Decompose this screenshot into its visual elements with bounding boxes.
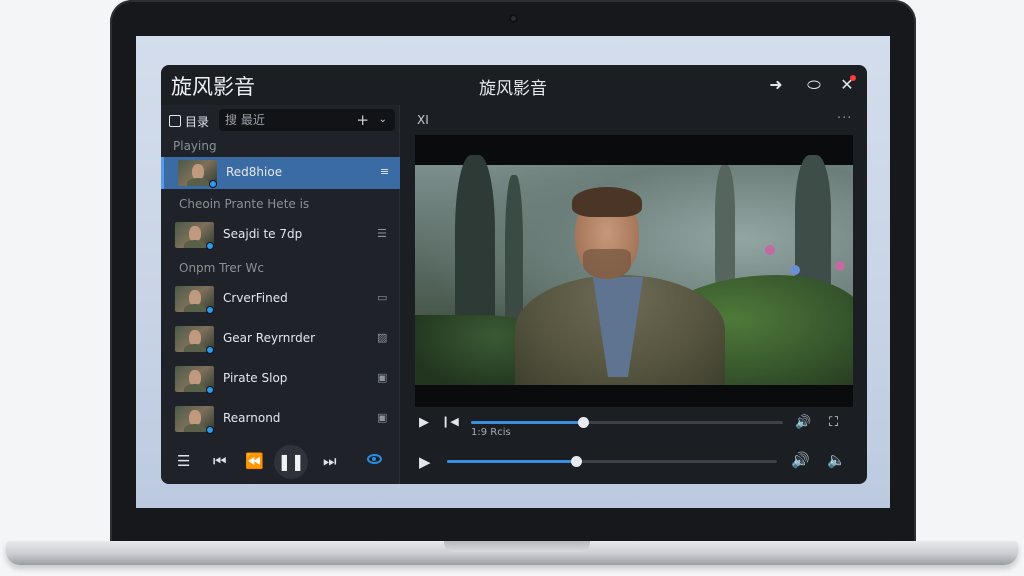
next-icon[interactable]: ⏭ (323, 451, 337, 471)
list-item[interactable]: Gear Reyrnrder ▨ (161, 323, 400, 355)
add-icon[interactable]: + (356, 109, 369, 131)
flower-shape (835, 261, 845, 271)
play-icon[interactable]: ▶ (419, 415, 429, 430)
list-icon[interactable]: ☰ (377, 227, 387, 240)
chevron-down-icon[interactable]: ⌄ (379, 109, 387, 131)
title-bar: 旋风影音 旋风影音 ➜ ⬭ ✕ (161, 65, 867, 105)
search-text: 搜 最近 (225, 113, 265, 127)
video-controls-top: ▶ ❙◀ 1:9 Rcis 🔊 ⛶ (401, 411, 867, 439)
volume-icon[interactable]: 🔊 (795, 415, 811, 430)
fullscreen-icon[interactable]: ⛶ (829, 415, 838, 430)
volume-icon[interactable]: 🔊 (791, 451, 810, 469)
volume-bar-fill (447, 460, 576, 463)
restore-icon[interactable]: ⬭ (803, 75, 825, 95)
sidebar-player-controls: ☰ ⏮ ⏪ ❚❚ ⏭ (161, 440, 400, 484)
list-item[interactable]: Seajdi te 7dp ☰ (161, 219, 400, 251)
seek-bar[interactable] (471, 417, 783, 428)
notification-dot (850, 75, 856, 81)
playing-indicator (206, 386, 214, 394)
man-beard (583, 249, 631, 279)
play-icon[interactable]: ▶ (419, 453, 431, 471)
video-frame (415, 155, 853, 385)
item-title: Gear Reyrnrder (223, 331, 316, 345)
rewind-icon[interactable]: ⏪ (245, 451, 264, 471)
video-viewport[interactable] (415, 135, 853, 407)
app-name: 旋风影音 (171, 75, 255, 99)
flower-shape (790, 265, 800, 275)
seek-bar-fill (471, 421, 584, 424)
volume-knob[interactable] (570, 456, 582, 467)
eye-icon[interactable] (367, 454, 382, 464)
playlist-sidebar: 目录 搜 最近 + ⌄ Playing Red8hioe ≡ Cheoin Pr… (161, 105, 400, 484)
seek-knob[interactable] (578, 417, 590, 428)
media-player-window: 旋风影音 旋风影音 ➜ ⬭ ✕ 目录 搜 最近 + ⌄ Playing Red8… (161, 65, 867, 484)
item-title: Seajdi te 7dp (223, 227, 303, 241)
playing-indicator (206, 242, 214, 250)
flower-shape (765, 245, 775, 255)
playing-indicator (206, 306, 214, 314)
list-item[interactable]: Red8hioe ≡ (161, 157, 400, 189)
volume-bar[interactable] (447, 456, 777, 467)
item-title: CrverFined (223, 291, 288, 305)
list-item[interactable]: CrverFined ▭ (161, 283, 400, 315)
step-back-icon[interactable]: ❙◀ (441, 415, 459, 428)
time-label: 1:9 Rcis (471, 427, 511, 438)
forward-icon[interactable]: ➜ (765, 75, 787, 95)
window-title: 旋风影音 (479, 79, 547, 99)
menu-icon[interactable]: ≡ (380, 165, 389, 178)
video-controls-bottom: ▶ 🔊 🔈 (401, 445, 867, 479)
laptop-notch (444, 541, 590, 552)
video-panel: ΧI ··· ▶ ❙◀ 1:9 Rcis 🔊 ⛶ ▶ 🔊 🔈 (401, 105, 867, 484)
playlist-tab-label: 目录 (185, 115, 210, 129)
playing-indicator (206, 426, 214, 434)
man-hair (572, 187, 642, 217)
item-title: Pirate Slop (223, 371, 288, 385)
playlist-icon[interactable]: ☰ (177, 451, 190, 471)
playlist-tab[interactable]: 目录 (169, 111, 209, 133)
tree-shape (795, 155, 831, 295)
more-icon[interactable]: ··· (837, 111, 852, 126)
tree-shape (715, 165, 735, 285)
group-label-2: Cheoin Prante Hete is (179, 197, 310, 211)
folder-icon (169, 115, 181, 127)
calendar-icon[interactable]: ▣ (377, 411, 387, 424)
calendar-icon[interactable]: ▣ (377, 371, 387, 384)
playing-indicator (209, 180, 217, 188)
speaker-icon[interactable]: 🔈 (827, 451, 846, 469)
previous-icon[interactable]: ⏮ (213, 451, 227, 471)
pause-button[interactable]: ❚❚ (274, 445, 308, 479)
item-title: Red8hioe (226, 165, 283, 179)
close-panel-icon[interactable]: ΧI (417, 113, 429, 127)
webcam (509, 14, 518, 23)
image-icon[interactable]: ▨ (377, 331, 387, 344)
group-label-playing: Playing (173, 139, 217, 153)
list-item[interactable]: Rearnond ▣ (161, 403, 400, 435)
group-label-3: Onpm Trer Wc (179, 261, 265, 275)
item-title: Rearnond (223, 411, 281, 425)
playlist-search[interactable]: 搜 最近 + ⌄ (219, 109, 395, 131)
list-item[interactable]: Pirate Slop ▣ (161, 363, 400, 395)
screen-icon[interactable]: ▭ (377, 291, 387, 304)
playing-indicator (206, 346, 214, 354)
